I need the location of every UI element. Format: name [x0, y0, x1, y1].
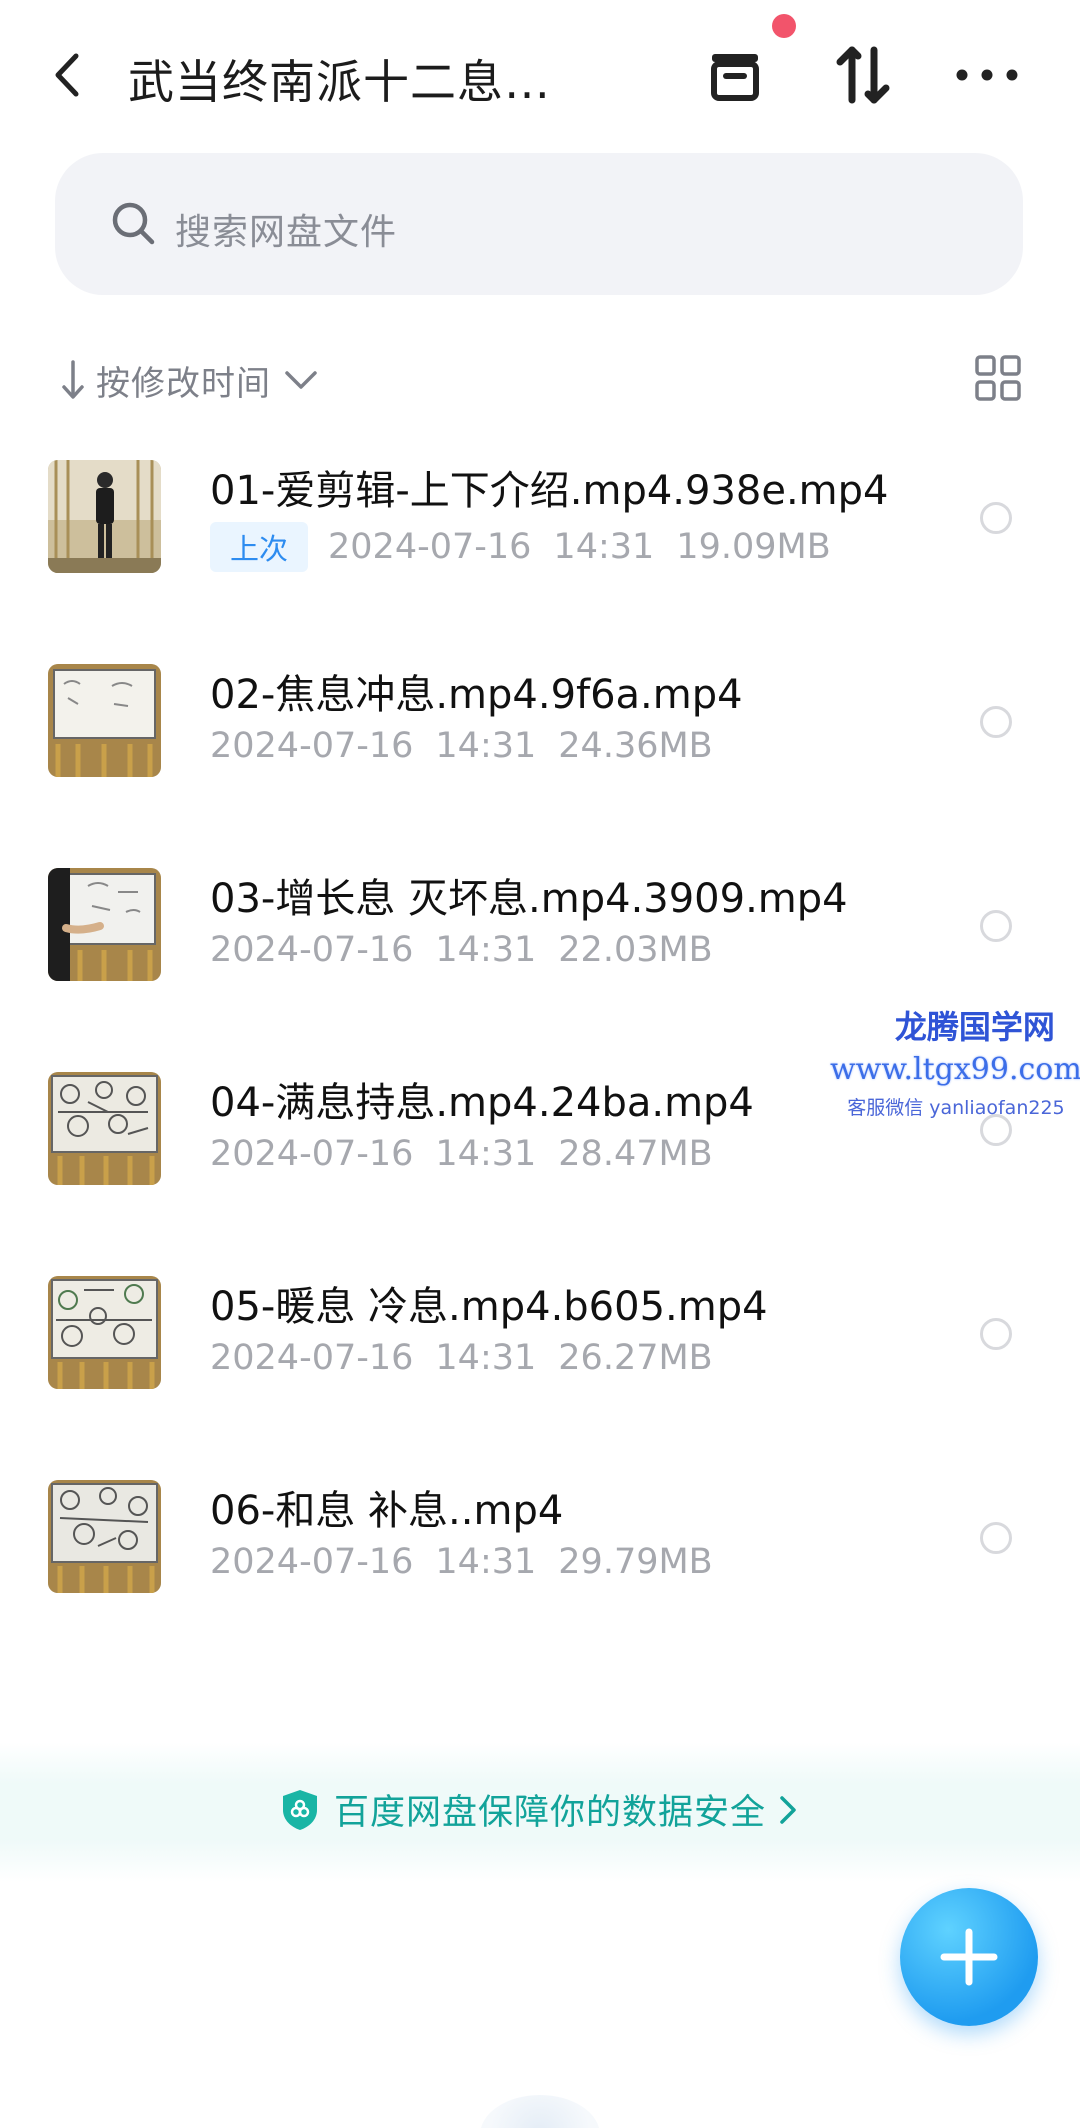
arrow-down-icon — [62, 360, 84, 399]
transfer-icon[interactable] — [828, 40, 898, 110]
file-date: 2024-07-16 — [210, 1542, 414, 1582]
file-meta: 2024-07-16 14:31 28.47MB — [210, 1134, 713, 1174]
file-date: 2024-07-16 — [210, 930, 414, 970]
file-time: 14:31 — [435, 1134, 537, 1174]
select-radio[interactable] — [980, 910, 1012, 942]
security-banner[interactable]: 百度网盘保障你的数据安全 — [0, 1742, 1080, 1882]
plus-icon — [940, 1928, 998, 1986]
video-thumbnail — [48, 1072, 161, 1185]
file-meta: 上次 2024-07-16 14:31 19.09MB — [210, 522, 831, 572]
file-time: 14:31 — [435, 726, 537, 766]
more-icon[interactable] — [952, 40, 1022, 110]
bottom-handle — [480, 2095, 600, 2128]
file-size: 29.79MB — [558, 1542, 713, 1582]
shield-icon — [283, 1789, 317, 1830]
file-time: 14:31 — [553, 527, 655, 567]
file-meta: 2024-07-16 14:31 26.27MB — [210, 1338, 713, 1378]
watermark-site-name: 龙腾国学网 — [894, 1008, 1055, 1046]
list-item[interactable]: 05-暖息 冷息.mp4.b605.mp4 2024-07-16 14:31 2… — [0, 1276, 1080, 1480]
archive-icon[interactable] — [700, 40, 770, 110]
file-date: 2024-07-16 — [210, 1338, 414, 1378]
sort-selector[interactable]: 按修改时间 — [58, 350, 323, 410]
select-radio[interactable] — [980, 1522, 1012, 1554]
search-placeholder: 搜索网盘文件 — [175, 212, 398, 253]
add-button[interactable] — [900, 1888, 1038, 2026]
security-banner-text: 百度网盘保障你的数据安全 — [334, 1793, 767, 1833]
search-bar[interactable]: 搜索网盘文件 — [55, 153, 1023, 295]
select-radio[interactable] — [980, 706, 1012, 738]
file-date: 2024-07-16 — [328, 527, 532, 567]
file-date: 2024-07-16 — [210, 726, 414, 766]
sort-label: 按修改时间 — [96, 363, 271, 404]
page-title: 武当终南派十二息… — [128, 55, 551, 109]
top-bar: 武当终南派十二息… — [0, 0, 1080, 150]
back-icon[interactable] — [48, 50, 88, 100]
file-meta: 2024-07-16 14:31 22.03MB — [210, 930, 713, 970]
grid-view-icon[interactable] — [974, 354, 1022, 402]
file-meta: 2024-07-16 14:31 24.36MB — [210, 726, 713, 766]
watermark-url: www.ltgx99.com — [830, 1052, 1080, 1087]
file-size: 22.03MB — [558, 930, 713, 970]
file-size: 28.47MB — [558, 1134, 713, 1174]
last-viewed-badge: 上次 — [210, 522, 309, 572]
file-name: 05-暖息 冷息.mp4.b605.mp4 — [210, 1284, 768, 1330]
file-time: 14:31 — [435, 1542, 537, 1582]
chevron-right-icon — [780, 1795, 796, 1824]
video-thumbnail — [48, 868, 161, 981]
file-name: 02-焦息冲息.mp4.9f6a.mp4 — [210, 672, 743, 718]
file-size: 19.09MB — [676, 527, 831, 567]
list-item[interactable]: 02-焦息冲息.mp4.9f6a.mp4 2024-07-16 14:31 24… — [0, 664, 1080, 868]
search-icon — [112, 202, 155, 245]
video-thumbnail — [48, 664, 161, 777]
video-thumbnail — [48, 1276, 161, 1389]
file-name: 03-增长息 灭坏息.mp4.3909.mp4 — [210, 876, 848, 922]
file-name: 01-爱剪辑-上下介绍.mp4.938e.mp4 — [210, 468, 889, 514]
chevron-down-icon — [285, 371, 317, 389]
select-radio[interactable] — [980, 1318, 1012, 1350]
file-name: 04-满息持息.mp4.24ba.mp4 — [210, 1080, 754, 1126]
list-item[interactable]: 06-和息 补息..mp4 2024-07-16 14:31 29.79MB — [0, 1480, 1080, 1684]
video-thumbnail — [48, 460, 161, 573]
file-time: 14:31 — [435, 930, 537, 970]
file-size: 24.36MB — [558, 726, 713, 766]
watermark: 龙腾国学网 www.ltgx99.com 客服微信 yanliaofan225 — [830, 1002, 1080, 1120]
file-name: 06-和息 补息..mp4 — [210, 1488, 564, 1534]
file-date: 2024-07-16 — [210, 1134, 414, 1174]
select-radio[interactable] — [980, 502, 1012, 534]
watermark-contact: 客服微信 yanliaofan225 — [847, 1097, 1065, 1119]
list-item[interactable]: 01-爱剪辑-上下介绍.mp4.938e.mp4 上次 2024-07-16 1… — [0, 460, 1080, 664]
file-time: 14:31 — [435, 1338, 537, 1378]
video-thumbnail — [48, 1480, 161, 1593]
file-meta: 2024-07-16 14:31 29.79MB — [210, 1542, 713, 1582]
file-size: 26.27MB — [558, 1338, 713, 1378]
notification-dot — [772, 14, 796, 38]
